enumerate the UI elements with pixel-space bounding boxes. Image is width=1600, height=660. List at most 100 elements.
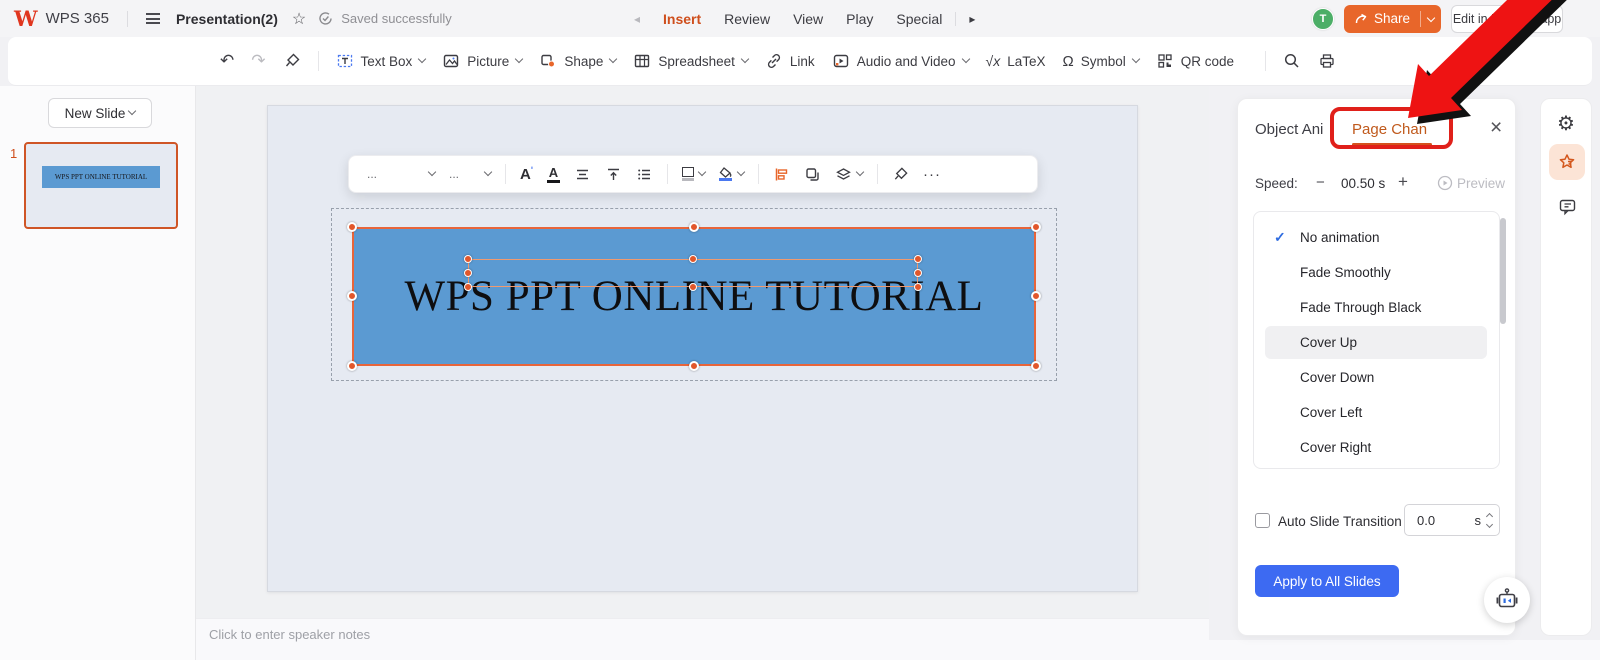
layers-button[interactable] xyxy=(835,166,865,183)
animation-star-icon xyxy=(1559,154,1575,169)
menu-tab-insert[interactable]: Insert xyxy=(663,11,701,27)
divider xyxy=(666,164,668,184)
annotation-red-arrow xyxy=(1408,0,1567,124)
ai-assistant-button[interactable] xyxy=(1484,577,1530,623)
text-frame-handle[interactable] xyxy=(689,255,697,263)
favorite-star-icon[interactable]: ☆ xyxy=(292,9,306,29)
chevron-down-icon xyxy=(736,167,746,177)
text-frame-handle[interactable] xyxy=(464,283,472,291)
resize-handle[interactable] xyxy=(1031,222,1041,232)
apply-to-all-slides-button[interactable]: Apply to All Slides xyxy=(1255,565,1399,597)
text-frame-handle[interactable] xyxy=(914,269,922,277)
toolbar-picture-button[interactable]: Picture xyxy=(442,52,524,70)
border-style-button[interactable] xyxy=(681,167,707,181)
chevron-down-icon xyxy=(740,54,750,64)
chevron-down-icon xyxy=(961,54,970,64)
divider xyxy=(317,51,319,71)
font-color-button[interactable]: A xyxy=(546,166,560,183)
resize-handle[interactable] xyxy=(347,361,357,371)
chevron-down-icon xyxy=(609,54,618,64)
shape-icon xyxy=(541,54,556,68)
align-center-icon[interactable] xyxy=(574,166,591,183)
menu-tab-play[interactable]: Play xyxy=(846,11,873,27)
increase-font-size-button[interactable]: Aʹ xyxy=(520,165,533,183)
auto-transition-checkbox[interactable] xyxy=(1255,513,1270,528)
toolbar-symbol-button[interactable]: Ω Symbol xyxy=(1063,53,1140,70)
chevron-down-icon xyxy=(128,106,137,116)
bullet-list-icon[interactable] xyxy=(636,166,653,183)
format-painter-icon[interactable] xyxy=(892,166,909,183)
thumbnail-textbox: WPS PPT ONLINE TUTORIAL xyxy=(42,166,160,188)
text-frame-handle[interactable] xyxy=(914,255,922,263)
text-frame-handle[interactable] xyxy=(464,269,472,277)
tab-object-animation[interactable]: Object Ani xyxy=(1255,121,1323,138)
resize-handle[interactable] xyxy=(689,222,699,232)
menu-scroll-right-icon[interactable]: ▸ xyxy=(969,12,975,26)
text-frame-handle[interactable] xyxy=(689,283,697,291)
font-family-value: ... xyxy=(367,167,378,181)
resize-handle[interactable] xyxy=(689,361,699,371)
avatar[interactable]: T xyxy=(1312,7,1334,30)
fill-color-button[interactable] xyxy=(718,167,746,181)
spinner-up-icon[interactable] xyxy=(1485,512,1494,520)
menu-tab-special[interactable]: Special xyxy=(896,11,942,27)
panel-scrollbar-thumb[interactable] xyxy=(1500,218,1506,324)
animation-option-fade-through-black[interactable]: Fade Through Black xyxy=(1300,300,1480,320)
align-top-icon[interactable] xyxy=(605,166,622,183)
animation-option-cover-down[interactable]: Cover Down xyxy=(1300,370,1480,390)
selected-text-box[interactable]: WPS PPT ONLINE TUTORIAL xyxy=(352,227,1036,366)
toolbar-spreadsheet-button[interactable]: Spreadsheet xyxy=(633,52,750,70)
share-icon xyxy=(1355,13,1367,23)
toolbar-shape-button[interactable]: Shape xyxy=(539,52,618,70)
speed-decrease-button[interactable]: − xyxy=(1316,174,1325,191)
check-icon: ✓ xyxy=(1274,229,1286,245)
brand-name: WPS 365 xyxy=(45,10,109,27)
auto-transition-value[interactable]: 0.0 xyxy=(1417,513,1435,528)
slide-thumbnail[interactable]: WPS PPT ONLINE TUTORIAL xyxy=(24,142,178,229)
toolbar-audio-video-button[interactable]: Audio and Video xyxy=(832,52,970,70)
speed-increase-button[interactable]: + xyxy=(1398,172,1408,192)
preview-button[interactable]: Preview xyxy=(1457,176,1505,191)
toolbar-link-button[interactable]: Link xyxy=(765,52,815,70)
toolbar-latex-button[interactable]: √x LaTeX xyxy=(986,53,1046,69)
toolbar-button-label: Link xyxy=(789,53,815,69)
redo-button[interactable]: ↷ xyxy=(251,51,265,71)
font-family-dropdown[interactable]: ... xyxy=(367,167,437,181)
text-frame-handle[interactable] xyxy=(464,255,472,263)
animation-option-fade-smoothly[interactable]: Fade Smoothly xyxy=(1300,265,1480,285)
animation-option-cover-up[interactable]: Cover Up xyxy=(1300,335,1480,355)
auto-transition-spinner: 0.0 s xyxy=(1404,504,1500,536)
animation-option-cover-right[interactable]: Cover Right xyxy=(1300,440,1480,460)
resize-handle[interactable] xyxy=(347,291,357,301)
speaker-notes-bar[interactable]: Click to enter speaker notes xyxy=(196,618,1209,660)
toolbar-text-box-button[interactable]: Text Box xyxy=(336,52,427,70)
duplicate-icon[interactable] xyxy=(804,166,821,183)
chevron-down-icon xyxy=(483,167,493,177)
menu-tab-view[interactable]: View xyxy=(793,11,823,27)
resize-handle[interactable] xyxy=(1031,291,1041,301)
print-icon[interactable] xyxy=(1318,52,1336,70)
animation-option-no-animation[interactable]: No animation xyxy=(1300,230,1480,250)
chevron-down-icon xyxy=(1131,54,1140,64)
spinner-buttons[interactable] xyxy=(1485,512,1494,528)
font-size-dropdown[interactable]: ... xyxy=(449,167,493,181)
text-frame-handle[interactable] xyxy=(914,283,922,291)
format-painter-icon[interactable] xyxy=(283,52,301,70)
toolbar-qr-code-button[interactable]: QR code xyxy=(1156,52,1234,70)
align-objects-icon[interactable] xyxy=(773,166,790,183)
preview-play-icon xyxy=(1437,175,1453,191)
undo-button[interactable]: ↶ xyxy=(220,51,234,71)
resize-handle[interactable] xyxy=(1031,361,1041,371)
spinner-down-icon[interactable] xyxy=(1485,520,1494,528)
new-slide-button[interactable]: New Slide xyxy=(48,98,152,128)
menu-tab-review[interactable]: Review xyxy=(724,11,770,27)
more-options-button[interactable]: ··· xyxy=(923,166,941,183)
menu-scroll-left-icon[interactable]: ◂ xyxy=(634,12,640,26)
document-title[interactable]: Presentation(2) xyxy=(176,11,278,27)
comments-icon[interactable] xyxy=(1558,197,1577,216)
search-icon[interactable] xyxy=(1283,52,1301,70)
hamburger-menu-icon[interactable] xyxy=(145,11,160,27)
animation-option-cover-left[interactable]: Cover Left xyxy=(1300,405,1480,425)
animation-pane-button[interactable] xyxy=(1549,144,1585,180)
resize-handle[interactable] xyxy=(347,222,357,232)
